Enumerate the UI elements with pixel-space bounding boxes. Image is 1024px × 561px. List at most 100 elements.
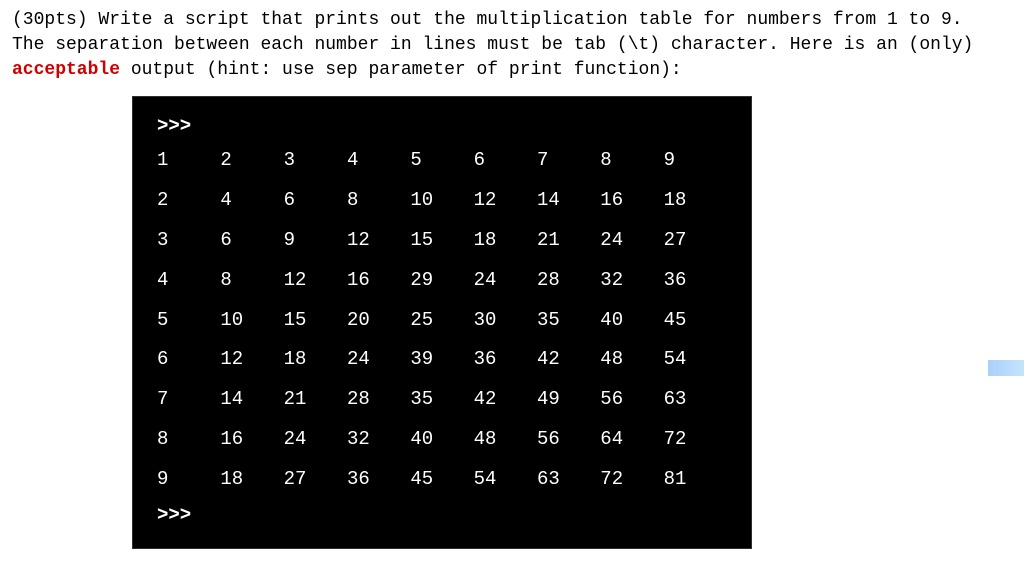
- table-row: 123456789: [157, 141, 727, 181]
- table-cell: 24: [600, 221, 663, 261]
- table-cell: 2: [220, 141, 283, 181]
- table-row: 51015202530354045: [157, 301, 727, 341]
- table-cell: 63: [664, 380, 727, 420]
- table-cell: 30: [474, 301, 537, 341]
- table-cell: 1: [157, 141, 220, 181]
- table-cell: 4: [157, 261, 220, 301]
- table-cell: 29: [410, 261, 473, 301]
- table-cell: 16: [220, 420, 283, 460]
- table-row: 24681012141618: [157, 181, 727, 221]
- table-cell: 72: [664, 420, 727, 460]
- table-row: 4812162924283236: [157, 261, 727, 301]
- table-cell: 21: [537, 221, 600, 261]
- table-cell: 40: [600, 301, 663, 341]
- table-cell: 54: [474, 460, 537, 500]
- terminal-wrapper: >>> 123456789246810121416183691215182124…: [12, 96, 1012, 550]
- table-cell: 12: [284, 261, 347, 301]
- table-cell: 24: [284, 420, 347, 460]
- table-cell: 6: [157, 340, 220, 380]
- table-cell: 24: [474, 261, 537, 301]
- table-cell: 7: [157, 380, 220, 420]
- table-cell: 32: [347, 420, 410, 460]
- table-cell: 4: [220, 181, 283, 221]
- table-cell: 12: [347, 221, 410, 261]
- table-row: 91827364554637281: [157, 460, 727, 500]
- table-cell: 16: [600, 181, 663, 221]
- table-cell: 6: [474, 141, 537, 181]
- table-cell: 18: [220, 460, 283, 500]
- table-cell: 81: [664, 460, 727, 500]
- table-cell: 20: [347, 301, 410, 341]
- table-cell: 72: [600, 460, 663, 500]
- table-cell: 6: [284, 181, 347, 221]
- table-cell: 3: [157, 221, 220, 261]
- table-cell: 18: [664, 181, 727, 221]
- table-cell: 28: [347, 380, 410, 420]
- table-cell: 35: [537, 301, 600, 341]
- table-row: 81624324048566472: [157, 420, 727, 460]
- question-line-3-post: output (hint: use sep parameter of print…: [120, 60, 682, 80]
- table-cell: 32: [600, 261, 663, 301]
- terminal-output: >>> 123456789246810121416183691215182124…: [132, 96, 752, 550]
- table-cell: 39: [410, 340, 473, 380]
- table-cell: 6: [220, 221, 283, 261]
- table-cell: 45: [664, 301, 727, 341]
- repl-prompt-top: >>>: [157, 111, 727, 141]
- table-cell: 35: [410, 380, 473, 420]
- table-cell: 24: [347, 340, 410, 380]
- acceptable-word: acceptable: [12, 60, 120, 80]
- table-cell: 15: [410, 221, 473, 261]
- table-cell: 7: [537, 141, 600, 181]
- table-row: 71421283542495663: [157, 380, 727, 420]
- table-cell: 9: [157, 460, 220, 500]
- table-cell: 28: [537, 261, 600, 301]
- table-cell: 4: [347, 141, 410, 181]
- table-cell: 10: [220, 301, 283, 341]
- table-cell: 15: [284, 301, 347, 341]
- table-cell: 25: [410, 301, 473, 341]
- table-cell: 42: [474, 380, 537, 420]
- table-cell: 49: [537, 380, 600, 420]
- table-cell: 56: [537, 420, 600, 460]
- table-cell: 5: [410, 141, 473, 181]
- table-cell: 14: [220, 380, 283, 420]
- table-cell: 48: [600, 340, 663, 380]
- table-cell: 48: [474, 420, 537, 460]
- table-cell: 18: [474, 221, 537, 261]
- table-cell: 45: [410, 460, 473, 500]
- table-cell: 10: [410, 181, 473, 221]
- multiplication-table: 1234567892468101214161836912151821242748…: [157, 141, 727, 500]
- table-cell: 64: [600, 420, 663, 460]
- table-cell: 8: [220, 261, 283, 301]
- table-cell: 9: [284, 221, 347, 261]
- question-line-2: The separation between each number in li…: [12, 35, 973, 55]
- table-row: 369121518212427: [157, 221, 727, 261]
- table-cell: 21: [284, 380, 347, 420]
- table-row: 61218243936424854: [157, 340, 727, 380]
- table-cell: 8: [600, 141, 663, 181]
- table-cell: 63: [537, 460, 600, 500]
- table-cell: 3: [284, 141, 347, 181]
- table-cell: 9: [664, 141, 727, 181]
- table-cell: 36: [664, 261, 727, 301]
- table-cell: 36: [347, 460, 410, 500]
- table-cell: 14: [537, 181, 600, 221]
- table-cell: 27: [284, 460, 347, 500]
- table-cell: 16: [347, 261, 410, 301]
- table-cell: 8: [347, 181, 410, 221]
- table-cell: 54: [664, 340, 727, 380]
- table-cell: 40: [410, 420, 473, 460]
- table-cell: 8: [157, 420, 220, 460]
- table-cell: 27: [664, 221, 727, 261]
- question-line-1: (30pts) Write a script that prints out t…: [12, 10, 963, 30]
- table-cell: 36: [474, 340, 537, 380]
- table-cell: 12: [220, 340, 283, 380]
- watermark-decoration: [988, 360, 1024, 376]
- table-cell: 56: [600, 380, 663, 420]
- question-text: (30pts) Write a script that prints out t…: [12, 8, 1012, 84]
- table-cell: 2: [157, 181, 220, 221]
- table-cell: 18: [284, 340, 347, 380]
- table-cell: 42: [537, 340, 600, 380]
- table-cell: 5: [157, 301, 220, 341]
- table-cell: 12: [474, 181, 537, 221]
